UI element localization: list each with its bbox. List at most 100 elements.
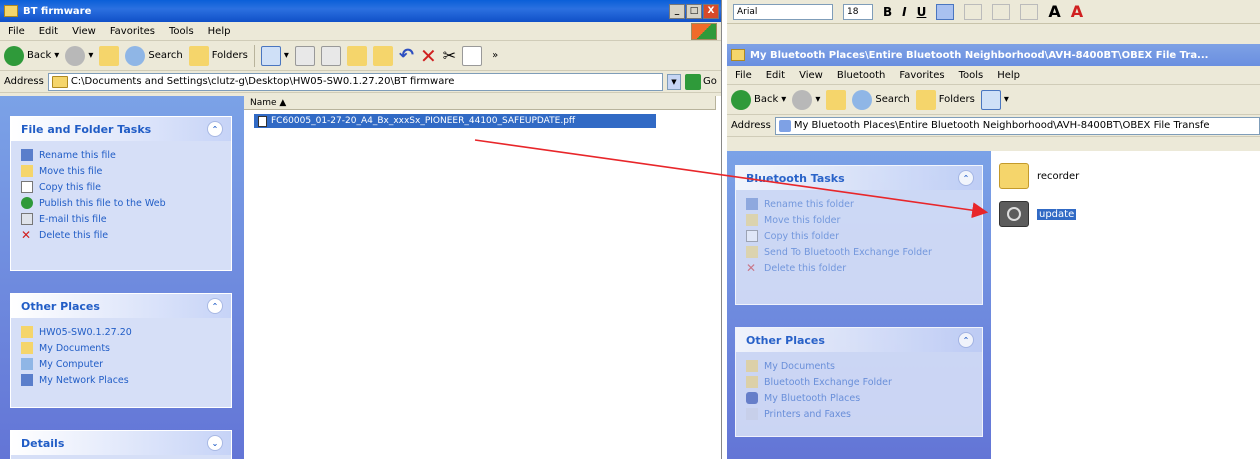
computer-icon	[21, 358, 33, 370]
menu-view[interactable]: View	[799, 70, 823, 81]
menu-help[interactable]: Help	[997, 70, 1020, 81]
back-button[interactable]: Back ▾	[731, 89, 786, 110]
task-label: Rename this folder	[764, 198, 854, 210]
move-to-button[interactable]	[294, 45, 315, 66]
up-folder-button[interactable]	[99, 45, 120, 66]
file-list[interactable]: Name ▲ FC60005_01-27-20_A4_Bx_xxxSx_PION…	[244, 96, 721, 459]
task-delete-file[interactable]: ✕ Delete this file	[21, 227, 231, 243]
cut-button[interactable]: ✂	[443, 46, 456, 65]
other-places-header[interactable]: Other Places ⌃	[11, 294, 231, 318]
maximize-button[interactable]: □	[686, 3, 702, 19]
task-label: Publish this file to the Web	[39, 197, 166, 209]
font-select[interactable]: Arial	[733, 3, 833, 20]
place-hw05[interactable]: HW05-SW0.1.27.20	[21, 324, 231, 340]
address-input[interactable]: C:\Documents and Settings\clutz-g\Deskto…	[47, 72, 663, 91]
menu-help[interactable]: Help	[208, 26, 231, 37]
copy-button[interactable]	[462, 45, 483, 66]
underline-button[interactable]: U	[917, 5, 927, 19]
title-bar[interactable]: My Bluetooth Places\Entire Bluetooth Nei…	[727, 44, 1260, 66]
title-bar[interactable]: BT firmware _ □ X	[0, 0, 721, 22]
font-color-icon[interactable]: A	[1071, 2, 1083, 21]
place-my-documents[interactable]: My Documents	[746, 358, 982, 374]
task-move-folder[interactable]: Move this folder	[746, 212, 982, 228]
place-my-computer[interactable]: My Computer	[21, 356, 231, 372]
task-label: Send To Bluetooth Exchange Folder	[764, 246, 932, 258]
task-label: Copy this file	[39, 181, 101, 193]
task-delete-folder[interactable]: ✕ Delete this folder	[746, 260, 982, 276]
go-button[interactable]: Go	[685, 73, 721, 91]
font-size-select[interactable]: 18	[843, 3, 873, 20]
task-publish-web[interactable]: Publish this file to the Web	[21, 195, 231, 211]
forward-button[interactable]: ▾	[792, 89, 820, 110]
place-my-documents[interactable]: My Documents	[21, 340, 231, 356]
menu-tools[interactable]: Tools	[169, 26, 194, 37]
my-documents-icon	[746, 360, 758, 372]
place-bt-exchange-folder[interactable]: Bluetooth Exchange Folder	[746, 374, 982, 390]
place-label: HW05-SW0.1.27.20	[39, 326, 132, 338]
menu-bluetooth[interactable]: Bluetooth	[837, 70, 886, 81]
folder-item-update[interactable]: update	[999, 201, 1077, 227]
italic-button[interactable]: I	[902, 5, 906, 19]
forward-button[interactable]: ▾	[65, 45, 93, 66]
folders-button[interactable]: Folders	[188, 45, 248, 66]
collapse-chevron-icon[interactable]: ⌃	[958, 170, 974, 186]
selected-file-item[interactable]: FC60005_01-27-20_A4_Bx_xxxSx_PIONEER_441…	[254, 114, 656, 128]
details-header[interactable]: Details ⌄	[11, 431, 231, 455]
place-label: Printers and Faxes	[764, 408, 852, 420]
folders-button[interactable]: Folders	[915, 89, 975, 110]
views-button[interactable]: ▾	[260, 45, 289, 66]
align-center-icon[interactable]	[964, 3, 983, 20]
panel-title: File and Folder Tasks	[21, 122, 152, 136]
bold-button[interactable]: B	[883, 5, 892, 19]
folder-item-recorder[interactable]: recorder	[999, 163, 1079, 189]
menu-tools[interactable]: Tools	[959, 70, 984, 81]
close-button[interactable]: X	[703, 3, 719, 19]
address-input[interactable]: My Bluetooth Places\Entire Bluetooth Nei…	[774, 116, 1260, 135]
bluetooth-tasks-header[interactable]: Bluetooth Tasks ⌃	[736, 166, 982, 190]
task-rename-folder[interactable]: Rename this folder	[746, 196, 982, 212]
numbering-icon[interactable]	[1020, 3, 1039, 20]
menu-view[interactable]: View	[72, 26, 96, 37]
panel-title: Other Places	[746, 333, 825, 347]
other-places-header[interactable]: Other Places ⌃	[736, 328, 982, 352]
copy-to-button[interactable]	[320, 45, 341, 66]
task-email-file[interactable]: E-mail this file	[21, 211, 231, 227]
menu-favorites[interactable]: Favorites	[899, 70, 944, 81]
place-my-network[interactable]: My Network Places	[21, 372, 231, 388]
up-button-2[interactable]	[346, 45, 367, 66]
toolbar-overflow[interactable]: »	[492, 50, 498, 61]
address-dropdown-button[interactable]: ▼	[667, 73, 681, 90]
align-left-icon[interactable]	[936, 3, 955, 20]
task-copy-folder[interactable]: Copy this folder	[746, 228, 982, 244]
place-printers-faxes[interactable]: Printers and Faxes	[746, 406, 982, 422]
undo-button[interactable]: ↶	[399, 45, 414, 66]
delete-button[interactable]: ✕	[420, 44, 437, 68]
task-send-exchange[interactable]: Send To Bluetooth Exchange Folder	[746, 244, 982, 260]
bullets-icon[interactable]	[992, 3, 1011, 20]
task-copy-file[interactable]: Copy this file	[21, 179, 231, 195]
collapse-chevron-icon[interactable]: ⌃	[958, 332, 974, 348]
task-move-file[interactable]: Move this file	[21, 163, 231, 179]
views-button[interactable]: ▾	[980, 89, 1009, 110]
expand-chevron-icon[interactable]: ⌄	[207, 435, 223, 451]
file-folder-tasks-header[interactable]: File and Folder Tasks ⌃	[11, 117, 231, 141]
back-button[interactable]: Back ▾	[4, 45, 59, 66]
place-label: My Documents	[764, 360, 836, 372]
font-grow-icon[interactable]: A	[1048, 2, 1060, 21]
undo-folder-button[interactable]	[372, 45, 393, 66]
up-folder-button[interactable]	[826, 89, 847, 110]
task-rename-file[interactable]: Rename this file	[21, 147, 231, 163]
menu-edit[interactable]: Edit	[39, 26, 58, 37]
search-button[interactable]: Search	[852, 89, 910, 110]
menu-favorites[interactable]: Favorites	[110, 26, 155, 37]
menu-file[interactable]: File	[735, 70, 752, 81]
place-my-bluetooth[interactable]: My Bluetooth Places	[746, 390, 982, 406]
name-column-header[interactable]: Name ▲	[244, 96, 716, 110]
collapse-chevron-icon[interactable]: ⌃	[207, 298, 223, 314]
search-button[interactable]: Search	[125, 45, 183, 66]
minimize-button[interactable]: _	[669, 3, 685, 19]
menu-edit[interactable]: Edit	[766, 70, 785, 81]
collapse-chevron-icon[interactable]: ⌃	[207, 121, 223, 137]
folder-view[interactable]: recorder update	[991, 151, 1260, 459]
menu-file[interactable]: File	[8, 26, 25, 37]
